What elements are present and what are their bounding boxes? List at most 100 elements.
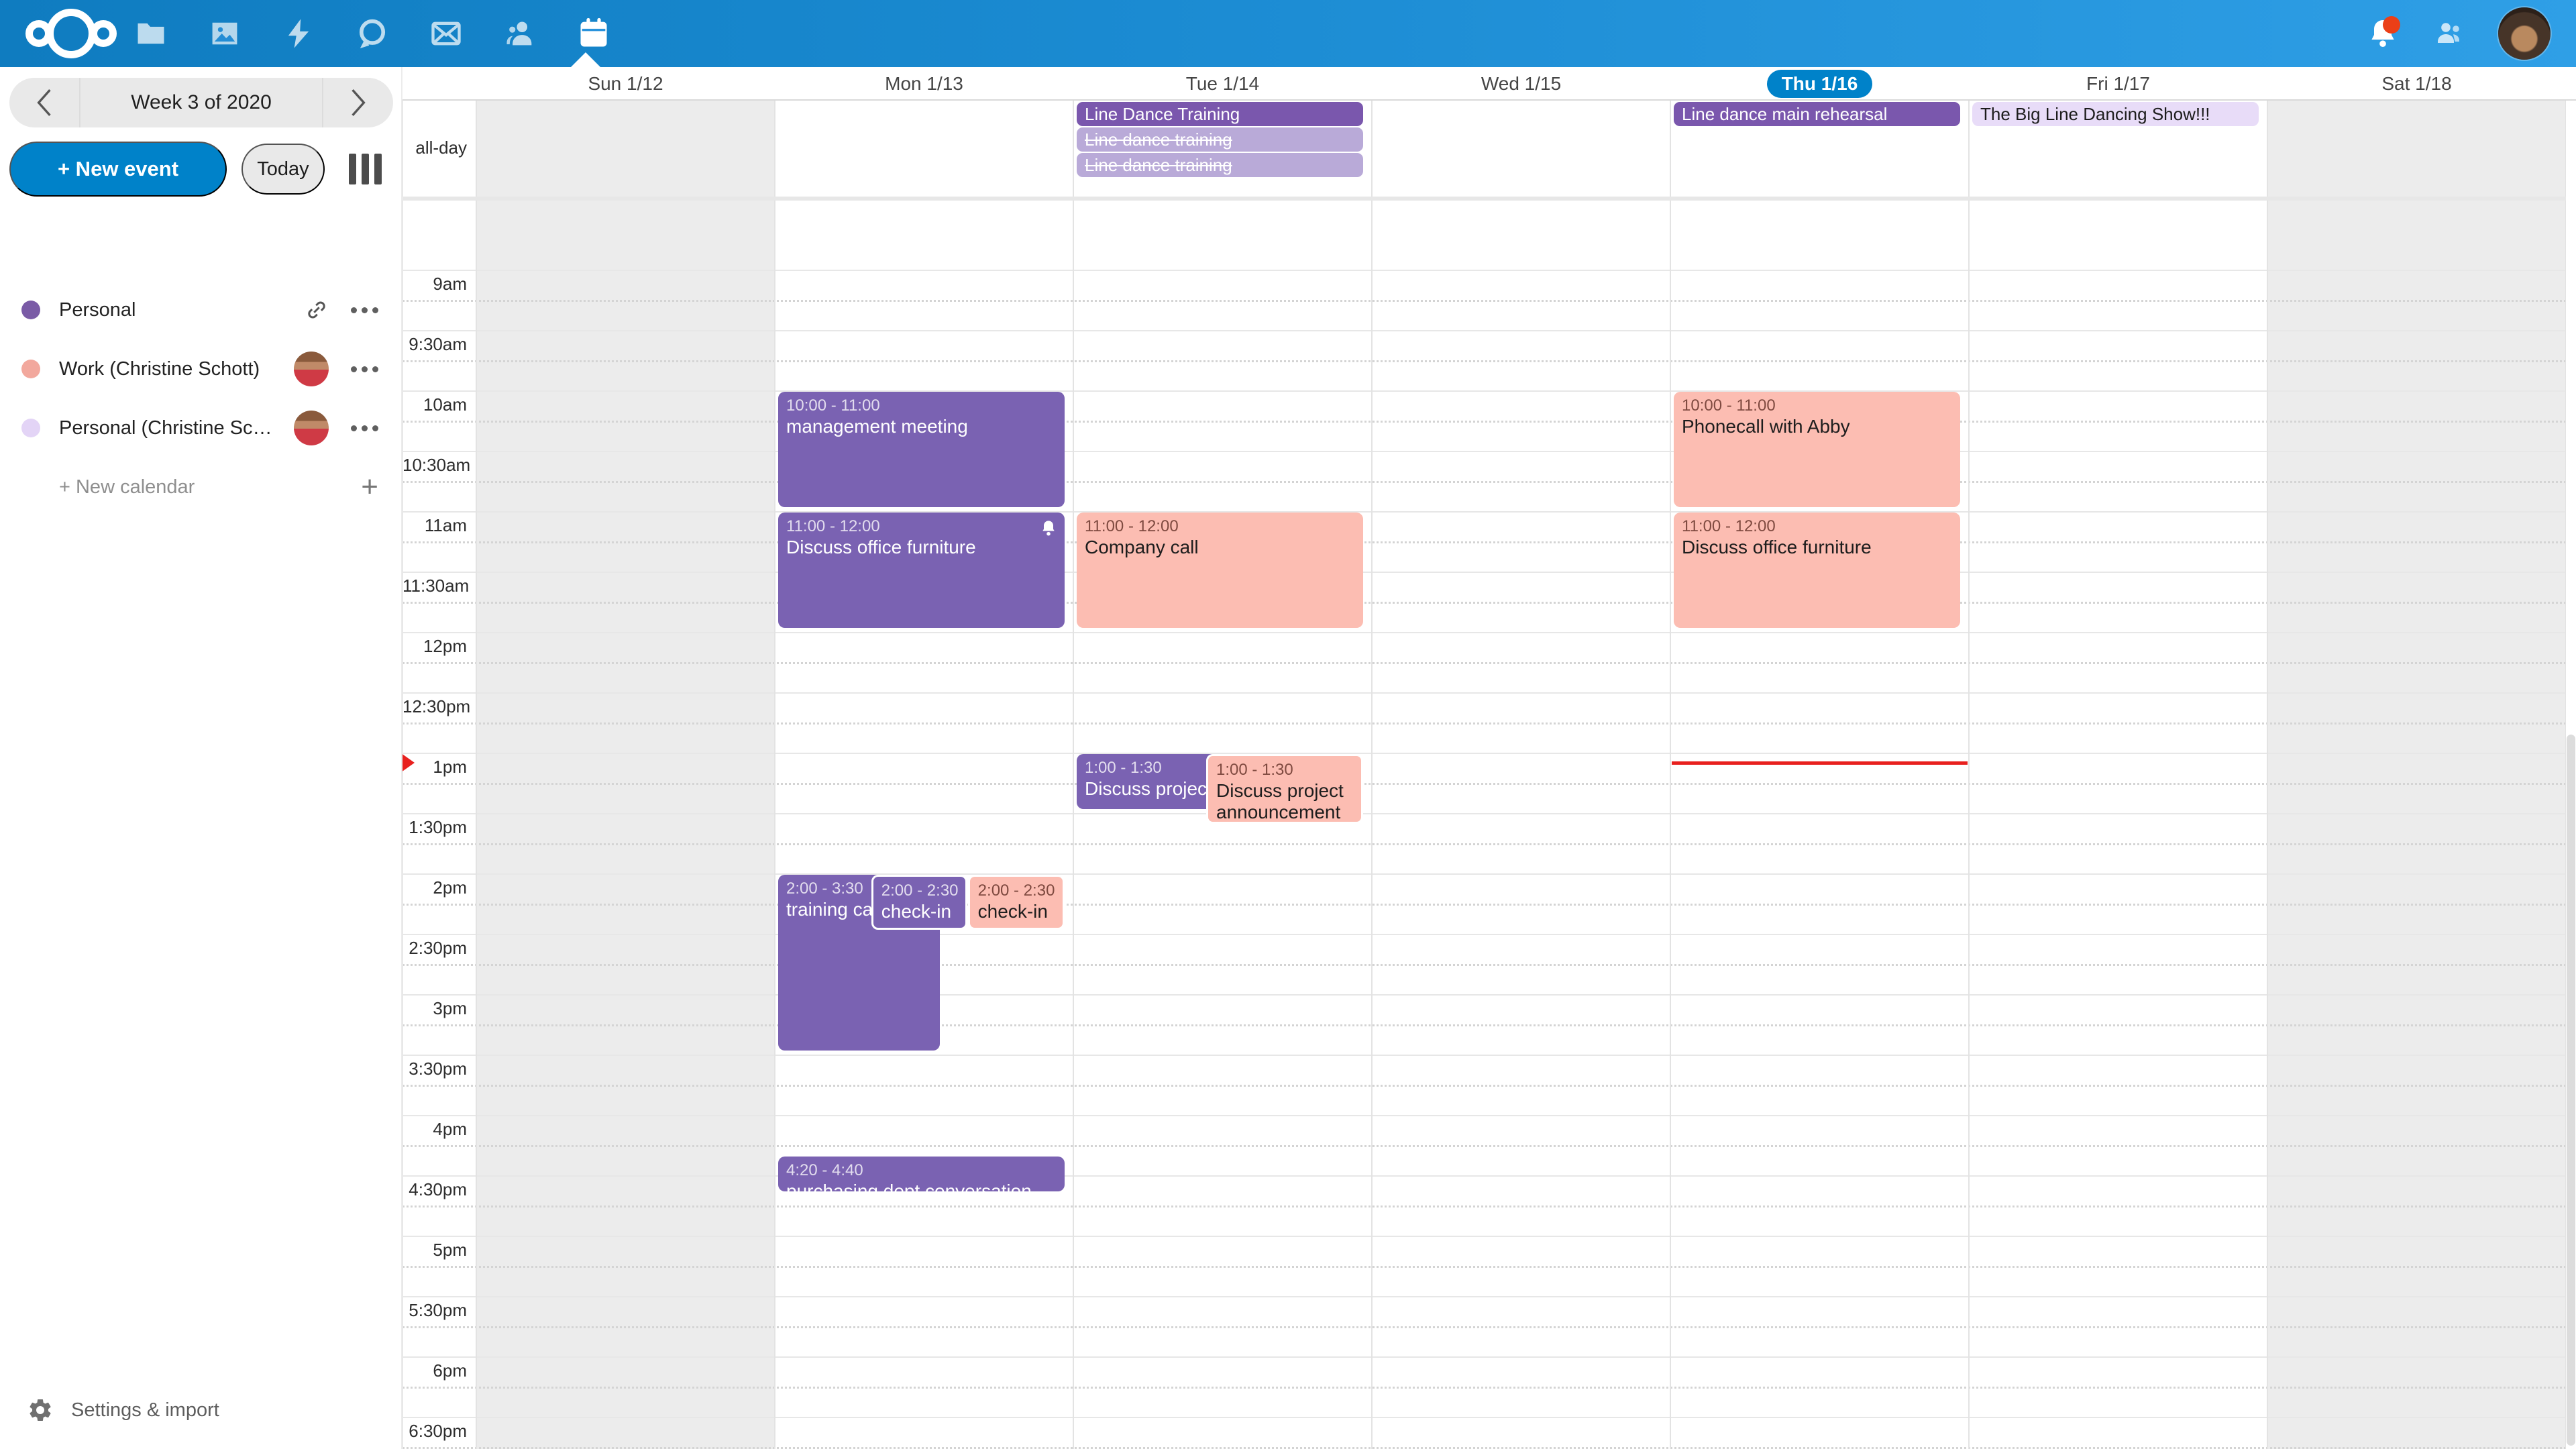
talk-app-icon[interactable] [353, 14, 392, 53]
event-title: Company call [1085, 537, 1355, 558]
calendar-list-item[interactable]: Work (Christine Schott) [0, 339, 402, 398]
allday-event[interactable]: Line dance training [1077, 127, 1363, 152]
calendar-color-dot [21, 419, 40, 437]
calendar-list-item[interactable]: Personal (Christine Scho… [0, 398, 402, 458]
contacts-menu-icon[interactable] [2431, 15, 2469, 52]
time-label: 2pm [402, 877, 467, 898]
day-header-sun[interactable]: Sun 1/12 [476, 67, 775, 101]
event-title: check-in [881, 901, 957, 922]
today-button[interactable]: Today [241, 144, 325, 195]
photos-app-icon[interactable] [205, 14, 244, 53]
slot-line [402, 270, 2566, 271]
slot-line [402, 1145, 2566, 1147]
slot-line [402, 753, 2566, 754]
notification-dot [2383, 16, 2400, 34]
event-block[interactable]: 11:00 - 12:00Discuss office furniture [1674, 513, 1960, 628]
sidebar-actions: + New event Today [9, 141, 393, 197]
event-block[interactable]: 4:20 - 4:40purchasing dept conversation [778, 1157, 1065, 1191]
slot-line [402, 451, 2566, 452]
event-block[interactable]: 11:00 - 12:00Discuss office furniture [778, 513, 1065, 628]
share-link-icon[interactable] [305, 298, 329, 322]
event-time: 11:00 - 12:00 [1682, 517, 1952, 537]
slot-line [402, 511, 2566, 513]
calendar-app-icon[interactable] [574, 14, 613, 53]
day-header-wed[interactable]: Wed 1/15 [1372, 67, 1670, 101]
settings-label: Settings & import [71, 1399, 219, 1421]
notifications-bell-icon[interactable] [2364, 15, 2402, 52]
time-label: 12pm [402, 635, 467, 657]
settings-and-import[interactable]: Settings & import [0, 1390, 402, 1430]
slot-line [402, 904, 2566, 906]
plus-icon: + [361, 472, 378, 502]
week-label[interactable]: Week 3 of 2020 [79, 78, 323, 127]
slot-line [402, 994, 2566, 996]
slot-line [402, 330, 2566, 331]
calendar-color-dot [21, 301, 40, 319]
new-event-button[interactable]: + New event [9, 142, 227, 197]
current-time-line [1672, 761, 1968, 765]
slot-line [402, 843, 2566, 845]
calendar-name: Personal (Christine Scho… [59, 417, 274, 439]
event-block[interactable]: 11:00 - 12:00Company call [1077, 513, 1363, 628]
vertical-scrollbar[interactable] [2566, 101, 2576, 1449]
mail-app-icon[interactable] [427, 14, 466, 53]
time-label: 10:30am [402, 454, 467, 476]
allday-event[interactable]: Line Dance Training [1077, 102, 1363, 126]
calendar-week-view: Sun 1/12Mon 1/13Tue 1/14Wed 1/15Thu 1/16… [402, 67, 2576, 1449]
allday-event[interactable]: Line dance main rehearsal [1674, 102, 1960, 126]
event-time: 2:00 - 2:30 [881, 881, 957, 901]
slot-line [402, 783, 2566, 785]
new-calendar-button[interactable]: + New calendar+ [0, 458, 402, 517]
activity-app-icon[interactable] [279, 14, 318, 53]
day-header-fri[interactable]: Fri 1/17 [1969, 67, 2267, 101]
column-border [774, 101, 775, 1449]
day-header-sat[interactable]: Sat 1/18 [2267, 67, 2566, 101]
slot-line [402, 662, 2566, 664]
files-app-icon[interactable] [131, 14, 170, 53]
nextcloud-logo-icon[interactable] [25, 0, 117, 67]
contacts-app-icon[interactable] [500, 14, 539, 53]
calendar-color-dot [21, 360, 40, 378]
event-block[interactable]: 10:00 - 11:00Phonecall with Abby [1674, 392, 1960, 507]
user-avatar[interactable] [2498, 7, 2551, 60]
slot-line [402, 572, 2566, 573]
time-label: 5pm [402, 1239, 467, 1260]
event-title: Discuss office furniture [1682, 537, 1952, 558]
calendar-actions-menu-icon[interactable] [351, 307, 378, 313]
event-block[interactable]: 10:00 - 11:00management meeting [778, 392, 1065, 507]
slot-line [402, 722, 2566, 724]
slot-line [402, 481, 2566, 483]
event-block[interactable]: 2:00 - 2:30check-in [968, 875, 1065, 930]
time-grid: all-day9am9:30am10am10:30am11am11:30am12… [402, 101, 2576, 1449]
calendar-actions-menu-icon[interactable] [351, 425, 378, 431]
slot-line [402, 1326, 2566, 1328]
allday-event[interactable]: Line dance training [1077, 153, 1363, 177]
event-block[interactable]: 2:00 - 2:30check-in [871, 875, 967, 930]
slot-line [402, 813, 2566, 814]
column-border [1073, 101, 1074, 1449]
slot-line [402, 1055, 2566, 1056]
event-time: 2:00 - 2:30 [978, 881, 1055, 901]
previous-week-button[interactable] [9, 78, 79, 127]
column-border [1371, 101, 1373, 1449]
calendar-list-item[interactable]: Personal [0, 280, 402, 339]
allday-label: all-day [402, 137, 467, 158]
scrollbar-thumb[interactable] [2567, 735, 2575, 1446]
allday-divider [402, 197, 2576, 201]
active-app-indicator [571, 52, 600, 67]
day-header-mon[interactable]: Mon 1/13 [775, 67, 1073, 101]
day-header-thu[interactable]: Thu 1/16 [1670, 67, 1969, 101]
event-time: 1:00 - 1:30 [1216, 760, 1353, 780]
time-label: 4:30pm [402, 1179, 467, 1200]
app-navigation [131, 0, 613, 67]
day-header-tue[interactable]: Tue 1/14 [1073, 67, 1372, 101]
allday-event[interactable]: The Big Line Dancing Show!!! [1972, 102, 2259, 126]
time-label: 10am [402, 394, 467, 415]
week-view-toggle-icon[interactable] [349, 154, 382, 184]
next-week-button[interactable] [323, 78, 393, 127]
calendar-actions-menu-icon[interactable] [351, 366, 378, 372]
event-block[interactable]: 1:00 - 1:30Discuss project announcement [1206, 754, 1363, 824]
time-label: 11:30am [402, 575, 467, 596]
event-time: 11:00 - 12:00 [786, 517, 1057, 537]
slot-line [402, 1175, 2566, 1177]
